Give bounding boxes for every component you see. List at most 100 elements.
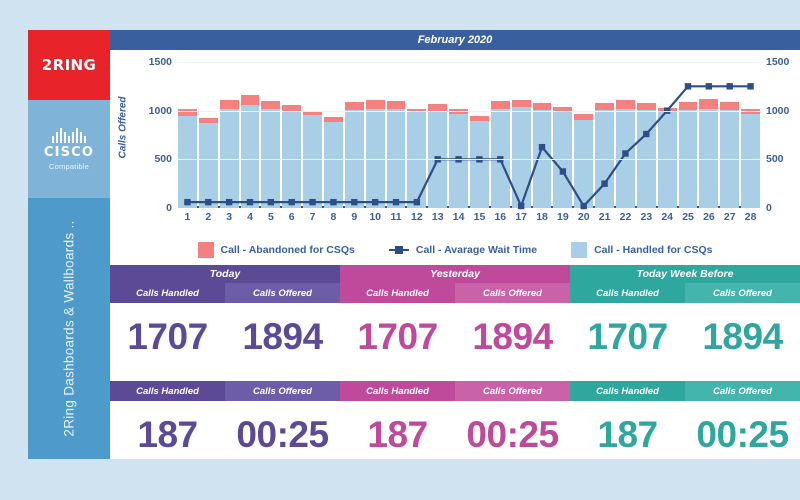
kpi-column-header: Calls Handled (340, 381, 455, 401)
legend-label-wait-time: Call - Avarage Wait Time (415, 244, 538, 256)
x-tick-label: 9 (351, 211, 358, 223)
x-axis-tick-labels: 1 2 3 4 5 6 7 8 9 10 11 12 13 14 15 16 17 18 19 20 21 22 23 24 2… (178, 208, 760, 223)
kpi-group-header: Yesterday (340, 265, 570, 283)
wait-time-marker[interactable] (705, 83, 713, 90)
wait-time-marker[interactable] (371, 198, 379, 206)
wait-time-marker[interactable] (684, 83, 692, 90)
kpi-column-header: Calls Offered (225, 381, 340, 401)
wait-time-marker[interactable] (747, 83, 754, 90)
legend-swatch-handled-icon (571, 242, 588, 258)
cisco-badge-subtitle: Compatible (49, 162, 89, 171)
wait-time-marker[interactable] (225, 198, 233, 206)
kpi-column-header: Calls Offered (455, 283, 570, 303)
legend-swatch-abandoned-icon (197, 242, 214, 258)
legend-item-abandoned[interactable]: Call - Abandoned for CSQs (197, 242, 355, 258)
x-tick-label: 26 (703, 211, 715, 223)
kpi-column-header-row-2: Calls Handled Calls Offered Calls Handled C… (110, 381, 800, 401)
legend-item-handled[interactable]: Call - Handled for CSQs (571, 242, 713, 258)
wait-time-marker[interactable] (726, 83, 733, 90)
legend-swatch-line-icon (388, 245, 409, 255)
x-tick-label: 28 (744, 211, 757, 223)
kpi-group-header: Today (110, 265, 340, 283)
x-tick-label: 8 (330, 211, 337, 223)
x-tick-label: 4 (247, 211, 253, 223)
wait-time-marker[interactable] (351, 198, 358, 206)
x-tick-label: 27 (723, 211, 736, 223)
x-tick-label: 22 (619, 211, 632, 223)
kpi-column-header: Calls Offered (225, 283, 340, 303)
x-tick-label: 1 (184, 211, 191, 223)
chart-plot-area: 1 2 3 4 5 6 7 8 9 10 11 12 13 14 15 16 17 18 19 20 21 22 23 24 2… (149, 56, 790, 223)
y-axis-label-text: Calls Offered (117, 96, 129, 159)
x-tick-label: 5 (267, 211, 274, 223)
kpi-column-header: Calls Offered (685, 283, 800, 303)
kpi-value-row-2: 187 00:25 187 00:25 187 00:25 (110, 401, 800, 459)
chart-title-bar: February 2020 (110, 30, 800, 50)
wait-time-marker[interactable] (538, 143, 546, 151)
wait-time-marker[interactable] (309, 198, 316, 206)
wait-time-marker[interactable] (392, 198, 400, 206)
kpi-group-header-row: Today Yesterday Today Week Before (110, 265, 800, 283)
x-tick-label: 25 (682, 211, 694, 223)
brand-logo-panel[interactable]: 2RING (28, 30, 110, 100)
kpi-value: 1707 (587, 316, 668, 357)
x-tick-label: 19 (557, 211, 569, 223)
wait-time-polyline (187, 85, 751, 210)
chart-legend: Call - Abandoned for CSQs Call - Avarage… (110, 235, 800, 265)
gridline (178, 159, 760, 161)
kpi-table-primary: Today Yesterday Today Week Before Calls Ha… (110, 265, 800, 371)
x-tick-label: 16 (494, 211, 507, 223)
sidebar: 2RING CISCO Compatible 2Ring Dashboards … (28, 30, 110, 459)
y-tick-right: 1500 (766, 56, 790, 68)
product-tagline-text: 2Ring Dashboards & Wallboards .. (61, 220, 77, 437)
kpi-column-header-row: Calls Handled Calls Offered Calls Handled C… (110, 283, 800, 303)
gridline (178, 62, 760, 63)
x-tick-label: 17 (515, 211, 528, 223)
kpi-column-header: Calls Handled (570, 283, 685, 303)
x-tick-label: 14 (452, 211, 465, 223)
kpi-column-header: Calls Handled (110, 381, 225, 401)
wait-time-marker[interactable] (559, 168, 567, 175)
wait-time-marker[interactable] (601, 180, 608, 187)
wait-time-marker[interactable] (184, 198, 191, 206)
x-tick-label: 10 (369, 211, 381, 223)
cisco-bridge-icon (52, 127, 86, 143)
brand-logo-text: 2RING (41, 56, 97, 74)
kpi-column-header: Calls Handled (570, 381, 685, 401)
x-tick-label: 6 (288, 211, 295, 223)
wait-time-marker[interactable] (288, 198, 295, 206)
y-tick-right: 0 (766, 202, 772, 214)
x-tick-label: 18 (536, 211, 548, 223)
x-tick-label: 11 (390, 211, 402, 223)
x-tick-label: 7 (309, 211, 316, 223)
wait-time-marker[interactable] (205, 198, 212, 206)
wait-time-marker[interactable] (330, 198, 337, 206)
product-tagline-panel: 2Ring Dashboards & Wallboards .. (28, 198, 110, 459)
y-tick-right: 1000 (766, 104, 790, 117)
x-tick-label: 21 (598, 211, 611, 223)
legend-item-wait-time[interactable]: Call - Avarage Wait Time (388, 244, 538, 256)
x-tick-label: 23 (640, 211, 653, 223)
wait-time-marker[interactable] (643, 130, 650, 138)
kpi-value: 187 (137, 414, 198, 455)
table-divider (110, 371, 800, 381)
kpi-value: 00:25 (236, 414, 329, 455)
y-tick-right: 500 (766, 153, 784, 166)
kpi-value: 1707 (127, 316, 208, 357)
x-tick-label: 3 (226, 211, 233, 223)
y-tick-left: 1500 (148, 56, 172, 68)
wait-time-marker[interactable] (413, 198, 421, 206)
kpi-column-header: Calls Offered (685, 381, 800, 401)
wait-time-marker[interactable] (246, 198, 254, 206)
x-tick-label: 12 (411, 211, 423, 223)
wait-time-line-series (184, 83, 754, 210)
cisco-compatible-badge: CISCO Compatible (28, 100, 110, 198)
wait-time-marker[interactable] (267, 198, 275, 206)
x-tick-label: 20 (577, 211, 590, 223)
y-tick-left: 500 (154, 153, 172, 166)
wait-time-marker[interactable] (622, 150, 629, 157)
gridline (178, 110, 760, 112)
main-panel: February 2020 Calls Offered 1 2 3 4 5 6 7 8 9 10 1… (110, 30, 800, 459)
kpi-value: 187 (367, 414, 428, 455)
kpi-value: 1894 (702, 316, 783, 357)
